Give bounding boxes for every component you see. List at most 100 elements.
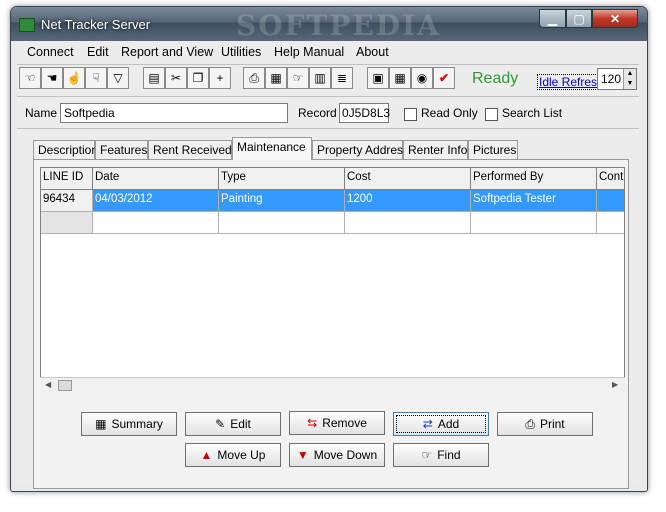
add-button-label: Add [437, 417, 460, 431]
tb-first-button[interactable]: ☜ [19, 67, 41, 89]
tb-copy-button[interactable]: ❐ [187, 67, 209, 89]
menu-utilities[interactable]: Utilities [221, 45, 261, 59]
name-label: Name [25, 106, 58, 120]
summary-button[interactable]: ▦ Summary [81, 412, 177, 436]
tab-description[interactable]: Description [33, 140, 98, 159]
col-header-line-id[interactable]: LINE ID [41, 168, 93, 190]
table-row-type[interactable]: Painting [219, 190, 345, 212]
menu-about[interactable]: About [356, 45, 389, 59]
find-button[interactable]: ☞ Find [393, 443, 489, 467]
tb-last-button[interactable]: ☟ [85, 67, 107, 89]
col-header-type[interactable]: Type [219, 168, 345, 190]
table-row-cont[interactable] [597, 190, 624, 212]
tb-prev-button[interactable]: ☚ [41, 67, 63, 89]
new-row-date[interactable] [93, 212, 219, 234]
idle-refresh-link[interactable]: Idle Refresh [537, 74, 606, 90]
tb-print-button[interactable]: ⎙ [243, 67, 265, 89]
menu-help-manual[interactable]: Help Manual [274, 45, 344, 59]
tb-next-button[interactable]: ☝ [63, 67, 85, 89]
spin-down-icon[interactable]: ▼ [624, 79, 636, 89]
edit-button[interactable]: ✎ Edit [185, 412, 281, 436]
new-row-header[interactable] [41, 212, 93, 234]
tab-property-address[interactable]: Property Address [312, 140, 409, 159]
toolbar: ☜ ☚ ☝ ☟ ▽ ▤ ✂ ❐ + ⎙ ▦ ☞ ▥ ≣ ▣ ▦ ◉ ✔ Read… [17, 65, 639, 95]
table-row-cost[interactable]: 1200 [345, 190, 471, 212]
new-record-icon: ▤ [148, 71, 160, 85]
tb-filter-button[interactable]: ▽ [107, 67, 129, 89]
search-list-checkbox[interactable] [485, 108, 498, 121]
maximize-button[interactable]: ▢ [566, 9, 592, 28]
tab-pictures[interactable]: Pictures [468, 140, 518, 159]
tab-rent-received[interactable]: Rent Received [148, 140, 232, 159]
print-button[interactable]: ⎙ Print [497, 412, 593, 436]
tb-delete-record-button[interactable]: ✂ [165, 67, 187, 89]
menu-connect[interactable]: Connect [27, 45, 74, 59]
tb-add-button[interactable]: + [209, 67, 231, 89]
move-up-button-label: Move Up [217, 448, 266, 462]
col-header-cont[interactable]: Cont [597, 168, 624, 190]
delete-record-icon: ✂ [170, 71, 182, 85]
spinner-arrows[interactable]: ▲ ▼ [623, 69, 636, 89]
menu-edit[interactable]: Edit [87, 45, 109, 59]
name-field[interactable]: Softpedia [60, 103, 288, 123]
printer-icon: ⎙ [249, 70, 259, 85]
new-row-cont[interactable] [597, 212, 624, 234]
calendar-icon: ▦ [394, 71, 406, 85]
move-down-button-label: Move Down [313, 448, 378, 462]
title-bar[interactable]: Net Tracker Server SOFTPEDIA ▁ ▢ ✕ [11, 7, 647, 42]
table-icon: ▦ [270, 71, 282, 85]
remove-button-label: Remove [322, 416, 367, 430]
record-field[interactable]: 0J5D8L3 [339, 103, 390, 123]
bar-chart-icon: ▥ [314, 71, 326, 85]
maintenance-grid[interactable]: LINE ID Date Type Cost Performed By Cont… [40, 167, 625, 393]
spin-up-icon[interactable]: ▲ [624, 69, 636, 79]
new-row-cost[interactable] [345, 212, 471, 234]
grid-horizontal-scrollbar[interactable]: ◀ ▶ [40, 377, 625, 393]
col-header-cost[interactable]: Cost [345, 168, 471, 190]
tb-calendar-button[interactable]: ▦ [389, 67, 411, 89]
tab-maintenance[interactable]: Maintenance [232, 137, 312, 160]
filter-icon: ▽ [113, 71, 123, 85]
tb-chart-button[interactable]: ▥ [309, 67, 331, 89]
tb-table-button[interactable]: ▦ [265, 67, 287, 89]
search-list-label: Search List [502, 106, 563, 120]
table-row-date[interactable]: 04/03/2012 [93, 190, 219, 212]
tb-check-button[interactable]: ✔ [433, 67, 455, 89]
scroll-left-icon[interactable]: ◀ [45, 380, 51, 389]
add-icon: ⇄ [422, 417, 433, 431]
new-row-type[interactable] [219, 212, 345, 234]
scroll-thumb[interactable] [58, 380, 72, 391]
table-row-line-id[interactable]: 96434 [41, 190, 93, 212]
new-row-performed-by[interactable] [471, 212, 597, 234]
tab-renter-info[interactable]: Renter Info [403, 140, 468, 159]
app-icon [19, 18, 35, 32]
title-watermark: SOFTPEDIA [236, 9, 441, 42]
find-button-label: Find [437, 448, 461, 462]
tb-disc-button[interactable]: ◉ [411, 67, 433, 89]
read-only-checkbox[interactable] [404, 108, 417, 121]
open-icon: ☞ [292, 71, 304, 85]
tab-features[interactable]: Features [95, 140, 148, 159]
status-ready: Ready [472, 70, 519, 87]
minimize-button[interactable]: ▁ [539, 9, 566, 28]
menu-report-and-view[interactable]: Report and View [121, 45, 213, 59]
client-area: Connect Edit Report and View Utilities H… [17, 41, 639, 489]
close-icon: ✕ [609, 12, 621, 26]
add-button[interactable]: ⇄ Add [393, 412, 489, 436]
tb-calculator-button[interactable]: ▣ [367, 67, 389, 89]
close-button[interactable]: ✕ [592, 9, 638, 28]
window-title: Net Tracker Server [41, 17, 151, 32]
scroll-right-icon[interactable]: ▶ [612, 380, 618, 389]
report-icon: ≣ [336, 71, 348, 85]
col-header-date[interactable]: Date [93, 168, 219, 190]
tb-new-record-button[interactable]: ▤ [143, 67, 165, 89]
tb-report-button[interactable]: ≣ [331, 67, 353, 89]
col-header-performed-by[interactable]: Performed By [471, 168, 597, 190]
refresh-interval-spinner[interactable]: 120 ▲ ▼ [597, 68, 637, 90]
tb-open-button[interactable]: ☞ [287, 67, 309, 89]
remove-button[interactable]: ⇆ Remove [289, 411, 385, 435]
move-down-button[interactable]: ▼ Move Down [289, 443, 385, 467]
hand-prev-icon: ☚ [46, 71, 58, 85]
move-up-button[interactable]: ▲ Move Up [185, 443, 281, 467]
table-row-performed-by[interactable]: Softpedia Tester [471, 190, 597, 212]
